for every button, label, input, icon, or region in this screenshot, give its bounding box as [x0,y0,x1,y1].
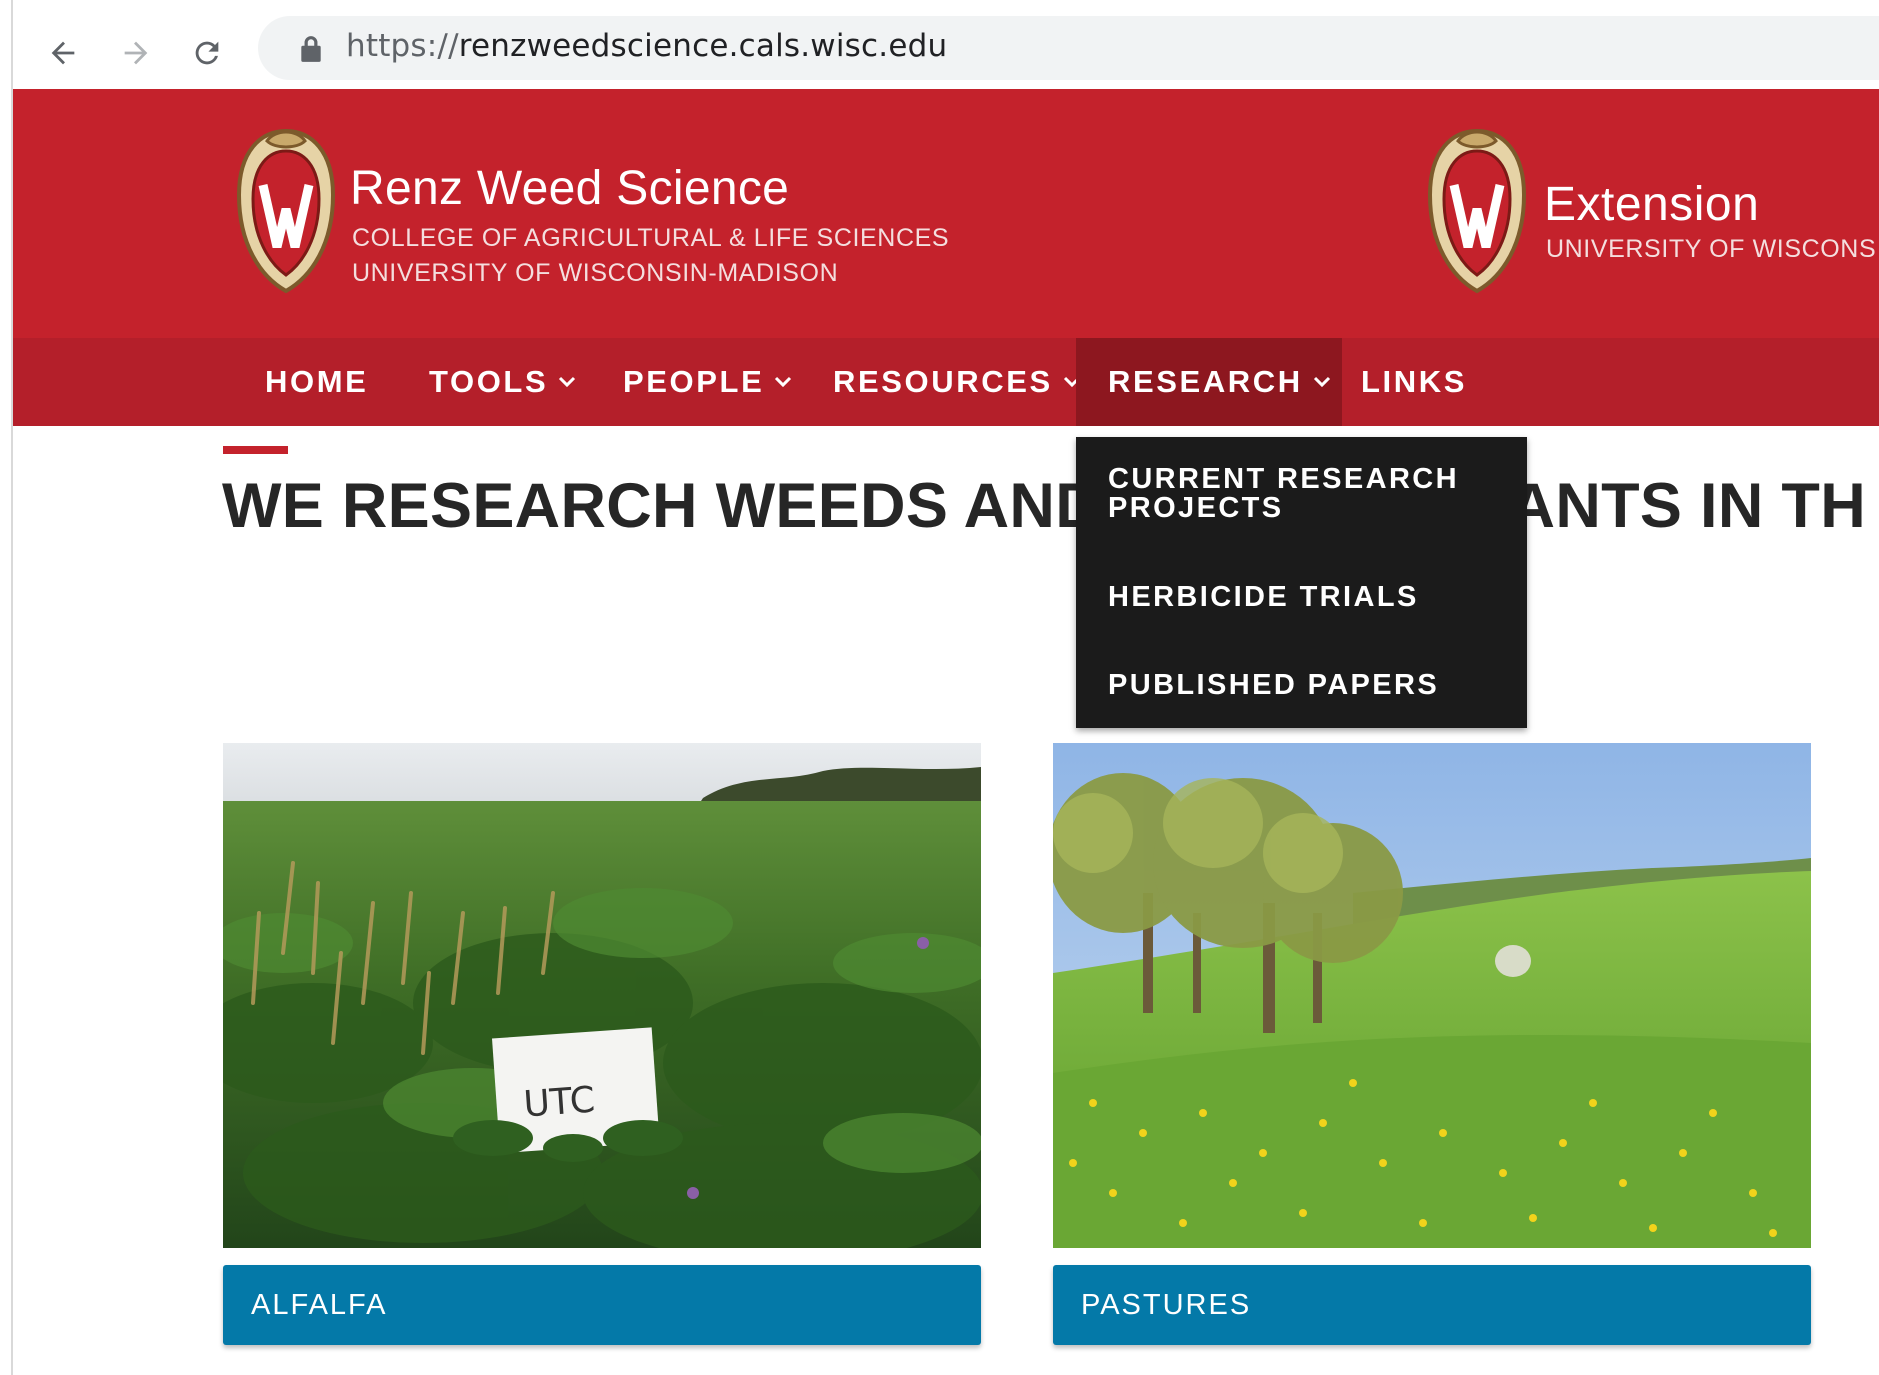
site-header: Renz Weed Science COLLEGE OF AGRICULTURA… [13,89,1879,338]
nav-research[interactable]: RESEARCH [1076,338,1342,426]
university-name: UNIVERSITY OF WISCONSIN-MADISON [352,259,839,287]
pastures-card-button[interactable]: PASTURES [1053,1265,1811,1345]
pastures-photo[interactable] [1053,743,1811,1248]
nav-people-label: PEOPLE [623,364,765,399]
research-dropdown-menu: CURRENT RESEARCH PROJECTS HERBICIDE TRIA… [1076,437,1527,728]
url-text: https://renzweedscience.cals.wisc.edu [346,28,947,64]
reload-icon [195,41,219,65]
nav-people[interactable]: PEOPLE [623,338,792,426]
chevron-down-icon [559,376,576,388]
nav-tools-label: TOOLS [429,364,549,399]
address-bar[interactable]: https://renzweedscience.cals.wisc.edu [258,16,1879,80]
utc-sign-text: UTC [522,1080,596,1126]
nav-home-label: HOME [265,364,369,399]
alfalfa-photo[interactable]: UTC [223,743,981,1248]
main-navigation: HOME TOOLS PEOPLE RESOURCES RESEARCH LIN… [13,338,1879,426]
page-headline: WE RESEARCH WEEDS AND INVASIVE PLANTS IN… [222,471,1867,541]
forward-button[interactable] [112,29,160,77]
browser-toolbar: https://renzweedscience.cals.wisc.edu [13,7,1879,89]
chevron-down-icon [1313,376,1330,388]
nav-resources-label: RESOURCES [833,364,1053,399]
menu-item-herbicide-trials[interactable]: HERBICIDE TRIALS [1108,583,1508,612]
nav-resources[interactable]: RESOURCES [833,338,1081,426]
college-name: COLLEGE OF AGRICULTURAL & LIFE SCIENCES [352,224,950,252]
alfalfa-card-label: ALFALFA [251,1288,388,1321]
uw-crest-logo[interactable] [231,125,341,295]
url-protocol: https:// [346,28,459,64]
back-arrow-icon [51,41,75,65]
headline-accent-bar [223,446,288,454]
chevron-down-icon [775,376,792,388]
lock-icon [301,36,321,62]
extension-crest-icon [1427,128,1527,294]
nav-links-label: LINKS [1361,364,1467,399]
extension-title[interactable]: Extension [1544,177,1759,232]
alfalfa-card-button[interactable]: ALFALFA [223,1265,981,1345]
nav-research-label: RESEARCH [1108,364,1303,399]
reload-button[interactable] [183,29,231,77]
extension-university: UNIVERSITY OF WISCONS [1546,235,1877,263]
extension-crest-logo[interactable] [1422,125,1532,295]
alfalfa-field-image: UTC [223,743,981,1248]
nav-links[interactable]: LINKS [1361,338,1467,426]
forward-arrow-icon [124,41,148,65]
pastures-card-label: PASTURES [1081,1288,1252,1321]
crest-icon [236,128,336,294]
url-host: renzweedscience.cals.wisc.edu [458,28,948,64]
pasture-landscape-image [1053,743,1811,1248]
nav-tools[interactable]: TOOLS [429,338,576,426]
site-title[interactable]: Renz Weed Science [350,161,789,216]
nav-home[interactable]: HOME [265,338,368,426]
menu-item-published-papers[interactable]: PUBLISHED PAPERS [1108,671,1508,700]
back-button[interactable] [39,29,87,77]
menu-item-current-research-projects[interactable]: CURRENT RESEARCH PROJECTS [1108,465,1508,523]
